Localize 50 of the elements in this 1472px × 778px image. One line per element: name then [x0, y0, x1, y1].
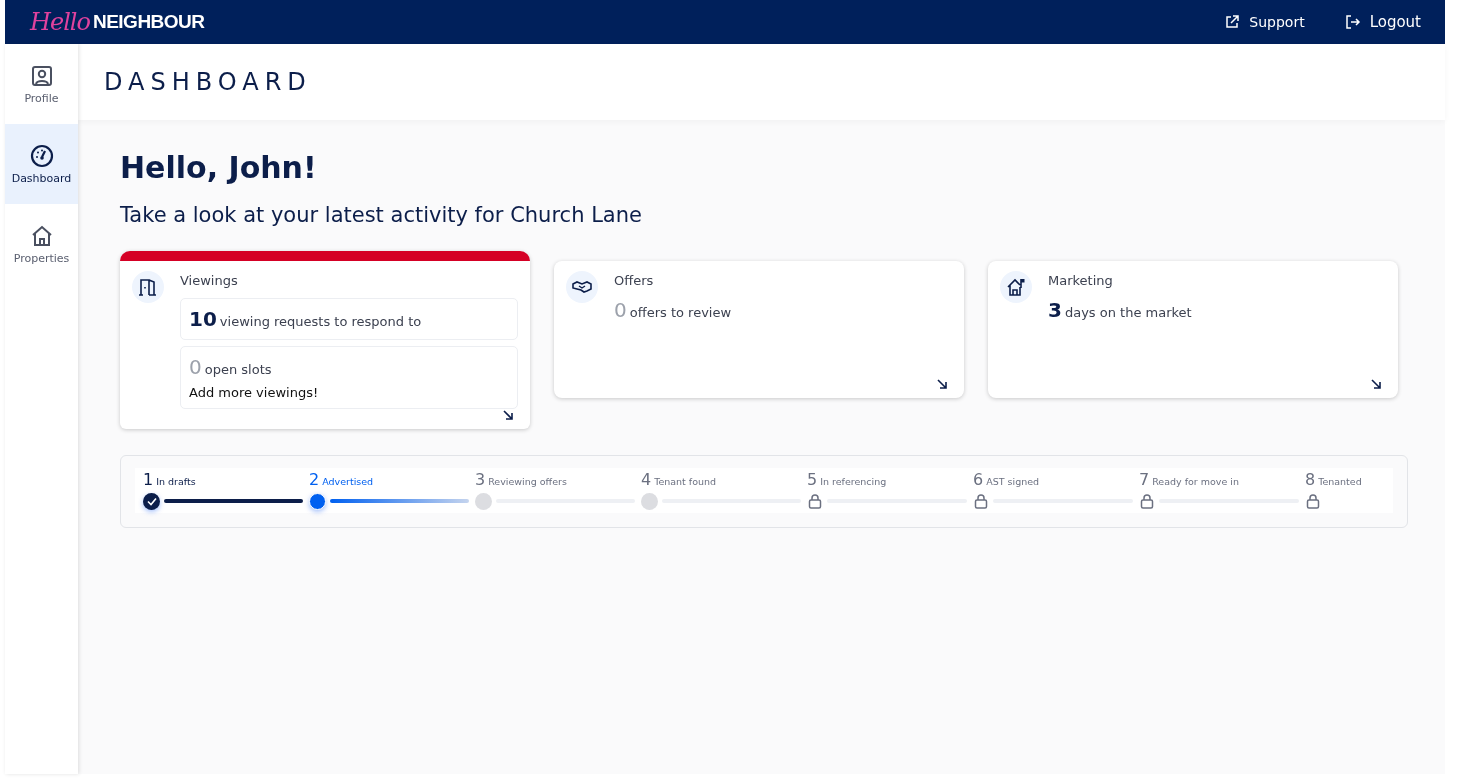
- step-label: In referencing: [820, 476, 887, 487]
- subtitle: Take a look at your latest activity for Church Lane: [120, 203, 643, 227]
- activity-card[interactable]: Offers 0 offers to review: [554, 261, 964, 398]
- stat-label: days on the market: [1064, 305, 1192, 320]
- step-number: 6: [973, 470, 984, 489]
- card-title: Viewings: [180, 272, 239, 288]
- step-number: 7: [1139, 470, 1150, 489]
- step-number: 4: [641, 470, 652, 489]
- house-flag-icon: [1006, 277, 1026, 297]
- stat-number: 0: [614, 298, 627, 322]
- stat-number: 3: [1048, 298, 1062, 322]
- step-number: 2: [309, 470, 320, 489]
- card-title: Marketing: [1048, 272, 1114, 288]
- sidebar-item[interactable]: Profile: [5, 44, 78, 124]
- step-label: Tenanted: [1318, 476, 1362, 487]
- logout-icon: [1344, 14, 1361, 30]
- step-number: 8: [1305, 470, 1316, 489]
- step-label: AST signed: [986, 476, 1040, 487]
- activity-card[interactable]: Marketing 3 days on the market: [988, 261, 1398, 398]
- step-number: 3: [475, 470, 486, 489]
- arrow-icon[interactable]: [502, 409, 514, 421]
- greeting: Hello, John!: [120, 150, 318, 185]
- stat-number: 10: [189, 307, 217, 331]
- step-number: 5: [807, 470, 818, 489]
- stat-label: viewing requests to respond to: [219, 314, 422, 329]
- stat-number: 0: [189, 355, 202, 379]
- stat-label: offers to review: [629, 305, 732, 320]
- stat-label: open slots: [204, 362, 272, 377]
- support-link[interactable]: Support: [1224, 13, 1305, 31]
- logout-link[interactable]: Logout: [1344, 13, 1421, 31]
- activity-card[interactable]: Viewings 10 viewing requests to respond to 0 open slots Add more viewings!: [120, 251, 530, 429]
- step-label: Tenant found: [654, 476, 717, 487]
- sidebar-item[interactable]: Dashboard: [5, 124, 78, 204]
- logo-word: NEIGHBOUR: [92, 11, 205, 33]
- external-link-icon: [1224, 14, 1241, 30]
- arrow-icon[interactable]: [1370, 378, 1382, 390]
- sidebar-item[interactable]: Properties: [5, 204, 78, 284]
- arrow-icon[interactable]: [936, 378, 948, 390]
- door-icon: [138, 277, 158, 297]
- gauge-icon: [29, 143, 54, 168]
- logo-script: Hello: [30, 8, 90, 36]
- step-label: Advertised: [322, 476, 374, 487]
- stat-note: Add more viewings!: [189, 385, 320, 400]
- step-label: In drafts: [156, 476, 196, 487]
- step-label: Reviewing offers: [488, 476, 567, 487]
- step-label: Ready for move in: [1152, 476, 1239, 487]
- step-number: 1: [143, 470, 154, 489]
- card-title: Offers: [614, 272, 655, 288]
- profile-icon: [29, 63, 54, 88]
- page-title: DASHBOARD: [104, 68, 312, 96]
